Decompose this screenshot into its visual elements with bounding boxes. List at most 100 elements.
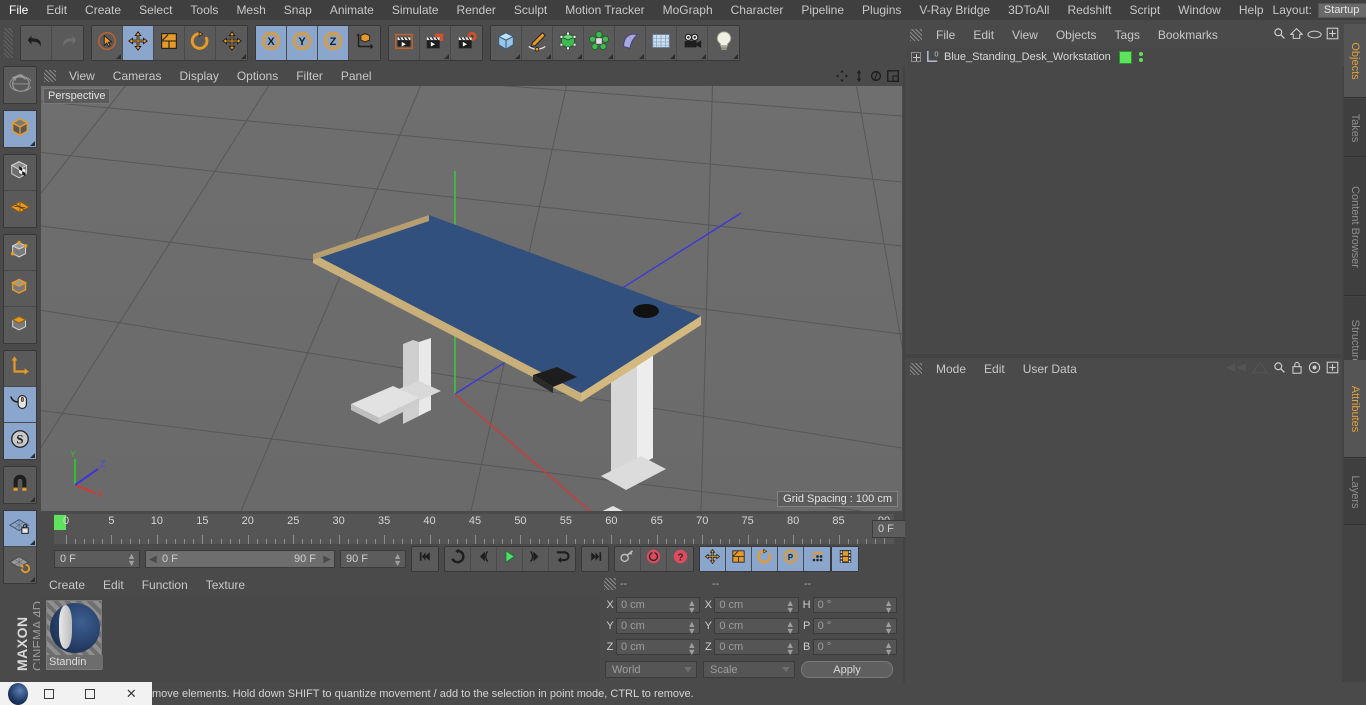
dock-tab-takes[interactable]: Takes bbox=[1344, 99, 1366, 157]
coord-pos-field-0[interactable]: 0 cm ▲ ▼ bbox=[616, 597, 701, 615]
record-active-objects-button[interactable] bbox=[641, 547, 667, 571]
menu-3dtoall[interactable]: 3DToAll bbox=[999, 0, 1058, 20]
key-point-level-animation-button[interactable] bbox=[804, 547, 830, 571]
object-mode-button[interactable] bbox=[4, 111, 36, 147]
dock-tab-layers[interactable]: Layers bbox=[1344, 459, 1366, 525]
menu-window[interactable]: Window bbox=[1169, 0, 1230, 20]
menu-tools[interactable]: Tools bbox=[181, 0, 227, 20]
go-to-end-button[interactable] bbox=[582, 547, 608, 571]
magnet-tool-button[interactable] bbox=[4, 467, 36, 503]
range-left-arrow-icon[interactable]: ◀ bbox=[149, 554, 157, 565]
add-generator-button[interactable] bbox=[553, 26, 584, 60]
add-tab-icon[interactable] bbox=[1326, 361, 1339, 379]
add-deformer-button[interactable] bbox=[615, 26, 646, 60]
play-loop-button[interactable] bbox=[549, 547, 575, 571]
material-item[interactable]: Standin bbox=[46, 600, 103, 670]
green-layer-tag[interactable] bbox=[1118, 50, 1132, 64]
menu-edit[interactable]: Edit bbox=[37, 0, 76, 20]
menu-mograph[interactable]: MoGraph bbox=[654, 0, 722, 20]
viewport-3d[interactable]: Perspective Grid Spacing : 100 cm Y X Z bbox=[41, 86, 902, 511]
keyframe-selection-button[interactable]: ? bbox=[667, 547, 693, 571]
edit-render-settings-button[interactable] bbox=[451, 26, 482, 60]
dock-tab-content-browser[interactable]: Content Browser bbox=[1344, 158, 1366, 296]
enable-axis-modification-button[interactable] bbox=[4, 351, 36, 387]
eye-icon[interactable] bbox=[1307, 27, 1322, 45]
edge-mode-button[interactable] bbox=[4, 271, 36, 307]
restore-window-button[interactable] bbox=[28, 682, 69, 705]
timeline-ruler[interactable]: 051015202530354045505560657075808590 bbox=[54, 514, 894, 544]
coord-rot-field-2[interactable]: 0 ° ▲ ▼ bbox=[812, 639, 897, 657]
object-menu-view[interactable]: View bbox=[1003, 25, 1047, 45]
minimize-window-button[interactable] bbox=[69, 682, 110, 705]
object-tree[interactable]: 0 Blue_Standing_Desk_Workstation bbox=[907, 48, 1340, 352]
end-frame-field[interactable]: 90 F ▲ ▼ bbox=[340, 550, 406, 568]
coord-pos-field-1[interactable]: 0 cm ▲ ▼ bbox=[616, 618, 701, 636]
panel-grip-icon[interactable] bbox=[910, 363, 922, 375]
coord-rot-field-1[interactable]: 0 ° ▲ ▼ bbox=[812, 618, 897, 636]
attribute-menu-user-data[interactable]: User Data bbox=[1014, 359, 1086, 379]
menu-pipeline[interactable]: Pipeline bbox=[792, 0, 853, 20]
soft-selection-button[interactable]: S bbox=[4, 423, 36, 459]
material-menu-texture[interactable]: Texture bbox=[197, 575, 254, 595]
current-frame-field[interactable]: 0 F ▲ ▼ bbox=[54, 550, 140, 568]
coord-size-field-1[interactable]: 0 cm ▲ ▼ bbox=[714, 618, 799, 636]
menu-simulate[interactable]: Simulate bbox=[383, 0, 448, 20]
attribute-menu-edit[interactable]: Edit bbox=[975, 359, 1014, 379]
key-scale-button[interactable] bbox=[726, 547, 752, 571]
rotate-button[interactable] bbox=[185, 26, 216, 60]
object-menu-bookmarks[interactable]: Bookmarks bbox=[1149, 25, 1227, 45]
lock-y-button[interactable]: Y bbox=[287, 26, 318, 60]
object-menu-edit[interactable]: Edit bbox=[964, 25, 1003, 45]
dock-tab-attributes[interactable]: Attributes bbox=[1344, 360, 1366, 458]
polygon-mode-button[interactable] bbox=[4, 307, 36, 343]
scale-button[interactable] bbox=[154, 26, 185, 60]
panel-grip-icon[interactable] bbox=[910, 29, 922, 41]
spinner-icon[interactable]: ▲▼ bbox=[687, 620, 696, 636]
lock-x-button[interactable]: X bbox=[256, 26, 287, 60]
move-dynamic-button[interactable] bbox=[216, 26, 247, 60]
spinner-icon[interactable]: ▲▼ bbox=[884, 620, 893, 636]
target-icon[interactable] bbox=[1308, 361, 1321, 379]
menu-plugins[interactable]: Plugins bbox=[853, 0, 910, 20]
menu-animate[interactable]: Animate bbox=[321, 0, 383, 20]
attribute-menu-mode[interactable]: Mode bbox=[927, 359, 975, 379]
autokeying-button[interactable] bbox=[615, 547, 641, 571]
render-view-button[interactable] bbox=[389, 26, 420, 60]
coord-size-field-2[interactable]: 0 cm ▲ ▼ bbox=[714, 639, 799, 657]
lock-z-button[interactable]: Z bbox=[318, 26, 349, 60]
spinner-icon[interactable]: ▲▼ bbox=[687, 641, 696, 657]
next-nav-icon[interactable] bbox=[1251, 361, 1269, 379]
layout-dropdown[interactable]: Startup bbox=[1317, 2, 1366, 18]
search-icon[interactable] bbox=[1273, 361, 1286, 379]
spinner-icon[interactable]: ▲▼ bbox=[884, 641, 893, 657]
coord-size-field-0[interactable]: 0 cm ▲ ▼ bbox=[714, 597, 799, 615]
add-environment-button[interactable] bbox=[646, 26, 677, 60]
spinner-icon[interactable]: ▲▼ bbox=[884, 599, 893, 615]
frame-range-slider[interactable]: ◀ 0 F 90 F ▶ bbox=[145, 550, 335, 568]
visibility-dots-icon[interactable] bbox=[1136, 52, 1146, 62]
add-camera-button[interactable] bbox=[677, 26, 708, 60]
coord-rot-field-0[interactable]: 0 ° ▲ ▼ bbox=[812, 597, 897, 615]
rotate-view-icon[interactable] bbox=[868, 68, 884, 84]
zoom-view-icon[interactable] bbox=[851, 68, 867, 84]
point-mode-button[interactable] bbox=[4, 235, 36, 271]
menu-motion-tracker[interactable]: Motion Tracker bbox=[556, 0, 653, 20]
spinner-icon[interactable]: ▲▼ bbox=[393, 552, 402, 568]
texture-mode-button[interactable] bbox=[4, 155, 36, 191]
live-selection-button[interactable] bbox=[92, 26, 123, 60]
object-tree-row[interactable]: 0 Blue_Standing_Desk_Workstation bbox=[907, 48, 1340, 66]
viewport-menu-filter[interactable]: Filter bbox=[287, 66, 332, 86]
menu-mesh[interactable]: Mesh bbox=[227, 0, 274, 20]
menu-create[interactable]: Create bbox=[76, 0, 130, 20]
menu-select[interactable]: Select bbox=[130, 0, 181, 20]
world-object-coordinates-button[interactable] bbox=[349, 26, 380, 60]
viewport-menu-options[interactable]: Options bbox=[228, 66, 287, 86]
menu-sculpt[interactable]: Sculpt bbox=[505, 0, 556, 20]
home-icon[interactable] bbox=[1289, 27, 1304, 45]
undo-view-button[interactable] bbox=[4, 67, 36, 103]
object-menu-objects[interactable]: Objects bbox=[1047, 25, 1106, 45]
spinner-icon[interactable]: ▲▼ bbox=[687, 599, 696, 615]
spinner-icon[interactable]: ▲▼ bbox=[786, 620, 795, 636]
panel-grip-icon[interactable] bbox=[604, 578, 616, 590]
menu-file[interactable]: File bbox=[0, 0, 37, 20]
